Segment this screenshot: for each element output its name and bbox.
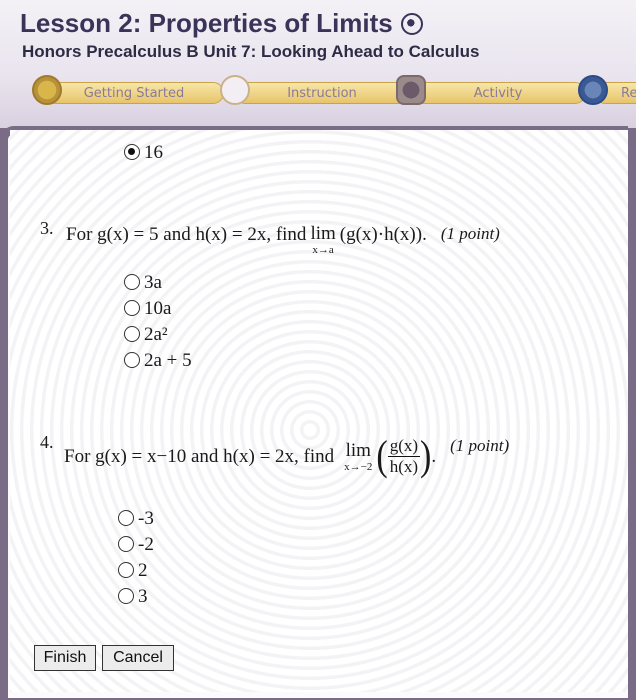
lesson-tabs: Getting Started Instruction Activity Re: [22, 75, 636, 112]
option-label: 2a + 5: [144, 350, 192, 371]
question-4-points: (1 point): [450, 436, 510, 455]
finish-button[interactable]: Finish: [34, 645, 96, 671]
option-label: -3: [138, 508, 154, 529]
radio-icon[interactable]: [118, 588, 134, 604]
fraction-denominator: h(x): [389, 457, 419, 476]
q3-option-b[interactable]: 10a: [124, 298, 171, 320]
cancel-button[interactable]: Cancel: [102, 645, 174, 671]
q4-option-c[interactable]: 2: [118, 560, 148, 582]
radio-icon[interactable]: [124, 326, 140, 342]
left-paren: (: [376, 432, 388, 479]
tab-instruction[interactable]: Instruction: [234, 82, 410, 104]
period: .: [431, 445, 437, 467]
lim-subscript: x→a: [312, 244, 334, 256]
question-4-prompt: For g(x) = x−10 and h(x) = 2x, find: [64, 445, 335, 467]
limit-expression: (g(x)·h(x)).: [339, 224, 427, 245]
question-4-number: 4.: [40, 432, 54, 452]
question-3-prompt: For g(x) = 5 and h(x) = 2x, find: [66, 224, 307, 245]
getting-started-icon[interactable]: [32, 75, 62, 105]
fraction-numerator: g(x): [387, 436, 421, 457]
radio-icon[interactable]: [124, 300, 140, 316]
tab-activity[interactable]: Activity: [410, 82, 586, 104]
q4-option-d[interactable]: 3: [118, 586, 148, 608]
tab-label: Instruction: [287, 85, 357, 101]
question-3-points: (1 point): [440, 224, 500, 243]
q4-option-b[interactable]: -2: [118, 534, 154, 556]
option-label: 3: [138, 586, 148, 607]
radio-icon[interactable]: [124, 352, 140, 368]
radio-icon[interactable]: [118, 536, 134, 552]
quiz-paper: [10, 130, 628, 692]
radio-selected-icon[interactable]: [124, 144, 140, 160]
lim-word: lim: [310, 223, 336, 244]
tab-label: Activity: [473, 85, 523, 101]
course-subtitle: Honors Precalculus B Unit 7: Looking Ahe…: [22, 42, 480, 61]
lim-subscript: x→−2: [344, 460, 373, 473]
option-label: 16: [144, 142, 163, 163]
review-icon[interactable]: [578, 75, 608, 105]
q4-option-a[interactable]: -3: [118, 508, 154, 530]
option-label: -2: [138, 534, 154, 555]
tab-getting-started[interactable]: Getting Started: [44, 82, 224, 104]
lim-word: lim: [345, 439, 371, 461]
question-4-text: For g(x) = x−10 and h(x) = 2x, find lim x…: [64, 432, 510, 479]
globe-icon[interactable]: [400, 12, 423, 35]
q3-option-d[interactable]: 2a + 5: [124, 350, 192, 372]
previous-answer-option[interactable]: 16: [124, 142, 163, 164]
option-label: 3a: [144, 272, 162, 293]
lesson-title-text: Lesson 2: Properties of Limits: [20, 8, 393, 38]
tab-label: Re: [621, 85, 636, 101]
option-label: 2a²: [144, 324, 168, 345]
question-3-text: For g(x) = 5 and h(x) = 2x, find lim x→a …: [66, 224, 500, 256]
tab-label: Getting Started: [83, 85, 185, 101]
fraction: g(x) h(x): [387, 436, 421, 477]
activity-icon[interactable]: [396, 75, 426, 105]
instruction-icon[interactable]: [220, 75, 250, 105]
option-label: 2: [138, 560, 148, 581]
q3-option-c[interactable]: 2a²: [124, 324, 168, 346]
limit-notation: lim x→a: [310, 224, 335, 256]
lesson-title: Lesson 2: Properties of Limits: [20, 8, 423, 39]
radio-icon[interactable]: [118, 562, 134, 578]
right-paren: ): [420, 432, 432, 479]
radio-icon[interactable]: [118, 510, 134, 526]
lesson-header: Lesson 2: Properties of Limits Honors Pr…: [0, 0, 636, 128]
radio-icon[interactable]: [124, 274, 140, 290]
option-label: 10a: [144, 298, 172, 319]
question-3-number: 3.: [40, 218, 54, 238]
q3-option-a[interactable]: 3a: [124, 272, 162, 294]
limit-notation: lim x→−2: [344, 441, 372, 473]
